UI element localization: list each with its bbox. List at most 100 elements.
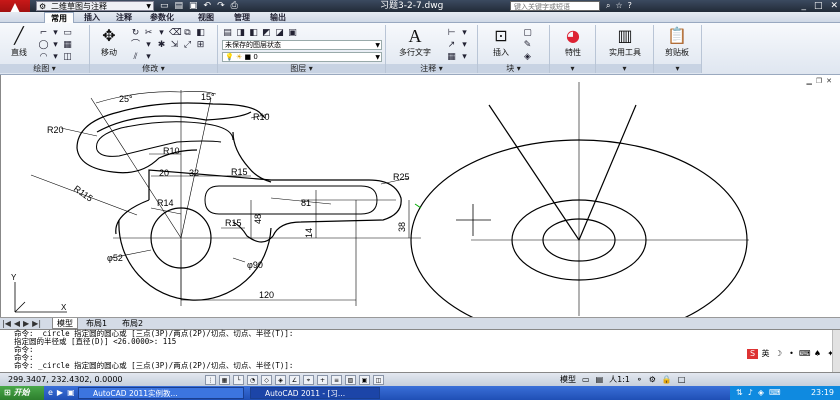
tab-parametric[interactable]: 参数化 xyxy=(150,12,174,23)
lock-icon[interactable]: 🔒 xyxy=(662,373,672,386)
move-button[interactable]: ✥ 移动 xyxy=(92,27,126,58)
folder-icon[interactable]: ▣ xyxy=(67,386,75,400)
tab-view[interactable]: 视图 xyxy=(198,12,214,23)
tpy-toggle-icon[interactable]: ▨ xyxy=(345,375,356,385)
save-icon[interactable]: ▣ xyxy=(189,0,198,12)
network-icon[interactable]: ⇅ xyxy=(736,386,743,400)
tab-insert[interactable]: 插入 xyxy=(84,12,100,23)
dropdown-icon[interactable]: ▾ xyxy=(156,28,167,39)
viewport-icon[interactable]: ▤ xyxy=(596,373,604,386)
create-block-icon[interactable]: ▢ xyxy=(522,28,533,39)
open-icon[interactable]: ▤ xyxy=(175,0,184,12)
fillet-icon[interactable]: ⌒ xyxy=(130,40,141,51)
annotation-scale[interactable]: 人1:1 xyxy=(609,373,630,386)
offset-icon[interactable]: ⫽ xyxy=(130,52,141,63)
search-input[interactable]: 键入关键字或短语 xyxy=(510,1,600,11)
last-tab-icon[interactable]: ▶| xyxy=(32,318,41,329)
qp-toggle-icon[interactable]: ▣ xyxy=(359,375,370,385)
workspace-switcher[interactable]: ⚙ 二维草图与注释 ▼ xyxy=(36,1,154,11)
volume-icon[interactable]: ♪ xyxy=(748,386,753,400)
arc-icon[interactable]: ◠ xyxy=(38,52,49,63)
undo-icon[interactable]: ↶ xyxy=(204,0,212,12)
properties-button[interactable]: ◕ 特性 xyxy=(556,27,590,58)
line-button[interactable]: ╱ 直线 xyxy=(2,27,36,58)
model-space-button[interactable]: 模型 xyxy=(560,373,576,386)
dropdown-icon[interactable]: ▾ xyxy=(459,28,470,39)
tab-annotate[interactable]: 注释 xyxy=(116,12,132,23)
layer-select[interactable]: 💡 ☀ ■ 0 ▼ xyxy=(222,52,382,62)
snap-toggle-icon[interactable]: ⋮ xyxy=(205,375,216,385)
dropdown-icon[interactable]: ▾ xyxy=(143,52,154,63)
clipboard-dropdown[interactable]: ▾ xyxy=(654,64,701,73)
close-button[interactable]: ✕ xyxy=(830,0,838,12)
security-icon[interactable]: ◈ xyxy=(758,386,764,400)
scale-icon[interactable]: ⤢ xyxy=(182,40,193,51)
binoculars-icon[interactable]: ⌕ xyxy=(606,0,610,12)
lwt-toggle-icon[interactable]: ≡ xyxy=(331,375,342,385)
mtext-button[interactable]: A 多行文字 xyxy=(392,27,438,58)
minimize-button[interactable]: _ xyxy=(801,0,806,12)
drawing-canvas[interactable]: ▁ ❐ ✕ 25° 15° R10 R20 R10 R115 20 32 R15… xyxy=(0,75,840,317)
workspace-gear-icon[interactable]: ⚙ xyxy=(649,373,656,386)
layer-icon[interactable]: ▣ xyxy=(287,28,298,39)
tab-layout1[interactable]: 布局1 xyxy=(82,318,111,329)
layer-icon[interactable]: ◪ xyxy=(274,28,285,39)
annotation-visibility-icon[interactable]: ⚬ xyxy=(636,373,643,386)
moon-icon[interactable]: ☽ xyxy=(773,349,784,359)
ortho-toggle-icon[interactable]: └ xyxy=(233,375,244,385)
copy-icon[interactable]: ⧉ xyxy=(182,28,193,39)
ime-mode[interactable]: 英 xyxy=(760,349,771,359)
leader-icon[interactable]: ↗ xyxy=(446,40,457,51)
layer-icon[interactable]: ◨ xyxy=(235,28,246,39)
modify-panel-label[interactable]: 修改 ▾ xyxy=(90,64,217,73)
help-icon[interactable]: ? xyxy=(628,0,632,12)
3dosnap-toggle-icon[interactable]: ◈ xyxy=(275,375,286,385)
tab-manage[interactable]: 管理 xyxy=(234,12,250,23)
osnap-toggle-icon[interactable]: ◇ xyxy=(261,375,272,385)
dimension-icon[interactable]: ⊢ xyxy=(446,28,457,39)
dyn-toggle-icon[interactable]: + xyxy=(317,375,328,385)
edit-block-icon[interactable]: ✎ xyxy=(522,40,533,51)
draw-panel-label[interactable]: 绘图 ▾ xyxy=(0,64,89,73)
layer-state-select[interactable]: 未保存的图层状态 ▼ xyxy=(222,40,382,50)
hatch-icon[interactable]: ▦ xyxy=(62,40,73,51)
grid-toggle-icon[interactable]: ▦ xyxy=(219,375,230,385)
ie-icon[interactable]: e xyxy=(48,386,53,400)
sogou-icon[interactable]: S xyxy=(747,349,758,359)
circle-icon[interactable]: ◯ xyxy=(38,40,49,51)
dropdown-icon[interactable]: ▾ xyxy=(50,52,61,63)
ime-icon[interactable]: ⌨ xyxy=(769,386,781,400)
rectangle-icon[interactable]: ▭ xyxy=(62,28,73,39)
layer-properties-icon[interactable]: ▤ xyxy=(222,28,233,39)
dropdown-icon[interactable]: ▾ xyxy=(459,40,470,51)
explode-icon[interactable]: ✱ xyxy=(156,40,167,51)
tab-output[interactable]: 输出 xyxy=(270,12,286,23)
redo-icon[interactable]: ↷ xyxy=(217,0,225,12)
start-button[interactable]: ⊞ 开始 xyxy=(0,386,44,400)
layers-panel-label[interactable]: 图层 ▾ xyxy=(218,64,385,73)
erase-icon[interactable]: ⌫ xyxy=(169,28,182,39)
next-tab-icon[interactable]: ▶ xyxy=(23,318,29,329)
polar-toggle-icon[interactable]: ◔ xyxy=(247,375,258,385)
star-icon[interactable]: ☆ xyxy=(615,0,622,12)
taskbar-item-word[interactable]: AutoCAD 2011实例教... xyxy=(78,387,244,399)
trim-icon[interactable]: ✂ xyxy=(143,28,154,39)
dropdown-icon[interactable]: ▾ xyxy=(459,52,470,63)
dropdown-icon[interactable]: ▾ xyxy=(143,40,154,51)
table-icon[interactable]: ▦ xyxy=(446,52,457,63)
region-icon[interactable]: ◫ xyxy=(62,52,73,63)
layer-icon[interactable]: ◧ xyxy=(248,28,259,39)
first-tab-icon[interactable]: |◀ xyxy=(2,318,11,329)
tab-home[interactable]: 常用 xyxy=(44,12,74,23)
maximize-button[interactable]: □ xyxy=(814,0,823,12)
attribute-icon[interactable]: ◈ xyxy=(522,52,533,63)
utilities-button[interactable]: ▥ 实用工具 xyxy=(600,27,650,58)
array-icon[interactable]: ⊞ xyxy=(195,40,206,51)
shirt-icon[interactable]: ♠ xyxy=(812,349,823,359)
utilities-dropdown[interactable]: ▾ xyxy=(596,64,653,73)
punctuation-icon[interactable]: • xyxy=(786,349,797,359)
prev-tab-icon[interactable]: ◀ xyxy=(14,318,20,329)
fullscreen-icon[interactable]: □ xyxy=(678,373,686,386)
new-icon[interactable]: ▭ xyxy=(160,0,169,12)
layout-icon[interactable]: ▭ xyxy=(582,373,590,386)
